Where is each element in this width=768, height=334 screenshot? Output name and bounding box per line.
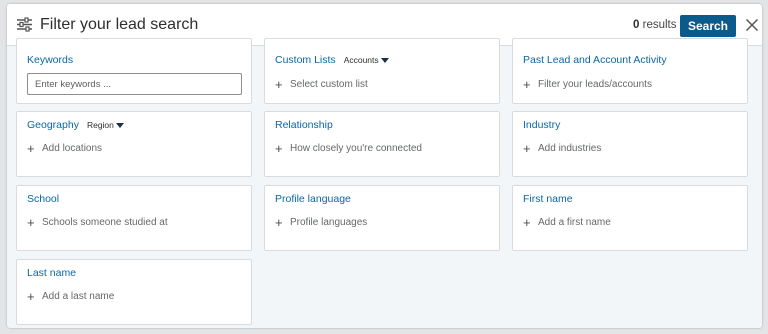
school-sub: Schools someone studied at: [42, 217, 168, 228]
filter-title-keywords: Keywords: [27, 54, 74, 66]
filter-title-first-name: First name: [523, 193, 573, 205]
geography-sub: Add locations: [42, 143, 103, 154]
plus-icon: +: [27, 214, 35, 230]
region-dropdown[interactable]: Region: [87, 120, 124, 130]
relationship-sub: How closely you're connected: [290, 143, 422, 154]
plus-icon: +: [275, 76, 283, 92]
plus-icon: +: [275, 214, 283, 230]
sliders-icon: [17, 17, 32, 32]
filter-card-profile-language: Profile language + Profile languages: [264, 185, 500, 251]
keywords-input[interactable]: [27, 73, 242, 95]
relationship-add[interactable]: + How closely you're connected: [275, 140, 422, 156]
first-name-sub: Add a first name: [538, 217, 611, 228]
industry-sub: Add industries: [538, 143, 602, 154]
profile-language-add[interactable]: + Profile languages: [275, 214, 368, 230]
region-dropdown-label: Region: [86, 120, 114, 130]
results-count: 0 results: [633, 19, 676, 31]
geography-add[interactable]: + Add locations: [27, 140, 103, 156]
filter-title-last-name: Last name: [27, 267, 77, 279]
plus-icon: +: [523, 76, 531, 92]
filter-card-last-name: Last name + Add a last name: [16, 259, 252, 325]
filter-card-geography: Geography Region + Add locations: [16, 111, 252, 177]
results-number: 0: [633, 19, 640, 31]
plus-icon: +: [275, 140, 283, 156]
filter-card-industry: Industry + Add industries: [512, 111, 748, 177]
last-name-add[interactable]: + Add a last name: [27, 288, 115, 304]
filter-title-relationship: Relationship: [275, 119, 333, 131]
filter-title-geography: Geography Region: [27, 119, 124, 131]
geography-label: Geography: [27, 119, 79, 131]
custom-lists-sub: Select custom list: [290, 79, 368, 90]
plus-icon: +: [27, 140, 35, 156]
industry-add[interactable]: + Add industries: [523, 140, 602, 156]
filter-card-school: School + Schools someone studied at: [16, 185, 252, 251]
caret-down-icon: [380, 57, 389, 63]
filter-card-custom-lists: Custom Lists Accounts + Select custom lis…: [264, 38, 500, 104]
filter-title-profile-language: Profile language: [275, 193, 351, 205]
accounts-dropdown[interactable]: Accounts: [344, 55, 389, 65]
filter-title-industry: Industry: [523, 119, 561, 131]
first-name-add[interactable]: + Add a first name: [523, 214, 611, 230]
last-name-sub: Add a last name: [42, 291, 115, 302]
past-activity-sub: Filter your leads/accounts: [538, 79, 652, 90]
filter-card-past-activity: Past Lead and Account Activity + Filter y…: [512, 38, 748, 104]
accounts-dropdown-label: Accounts: [343, 55, 379, 65]
filter-panel: Filter your lead search 0 results Search…: [7, 4, 762, 328]
plus-icon: +: [27, 288, 35, 304]
close-icon[interactable]: [745, 18, 759, 32]
plus-icon: +: [523, 214, 531, 230]
custom-lists-add[interactable]: + Select custom list: [275, 76, 368, 92]
plus-icon: +: [523, 140, 531, 156]
filter-card-first-name: First name + Add a first name: [512, 185, 748, 251]
past-activity-add[interactable]: + Filter your leads/accounts: [523, 76, 652, 92]
filter-title-past-activity: Past Lead and Account Activity: [523, 54, 667, 66]
custom-lists-label: Custom Lists: [275, 54, 336, 66]
profile-language-sub: Profile languages: [290, 217, 368, 228]
filter-title-custom-lists: Custom Lists Accounts: [275, 54, 389, 66]
caret-down-icon: [115, 122, 124, 128]
school-add[interactable]: + Schools someone studied at: [27, 214, 168, 230]
results-label: results: [642, 19, 677, 31]
page-title: Filter your lead search: [40, 16, 199, 33]
filter-card-relationship: Relationship + How closely you're connect…: [264, 111, 500, 177]
search-button[interactable]: Search: [680, 15, 736, 37]
filter-card-keywords: Keywords: [16, 38, 252, 104]
filter-title-school: School: [27, 193, 60, 205]
